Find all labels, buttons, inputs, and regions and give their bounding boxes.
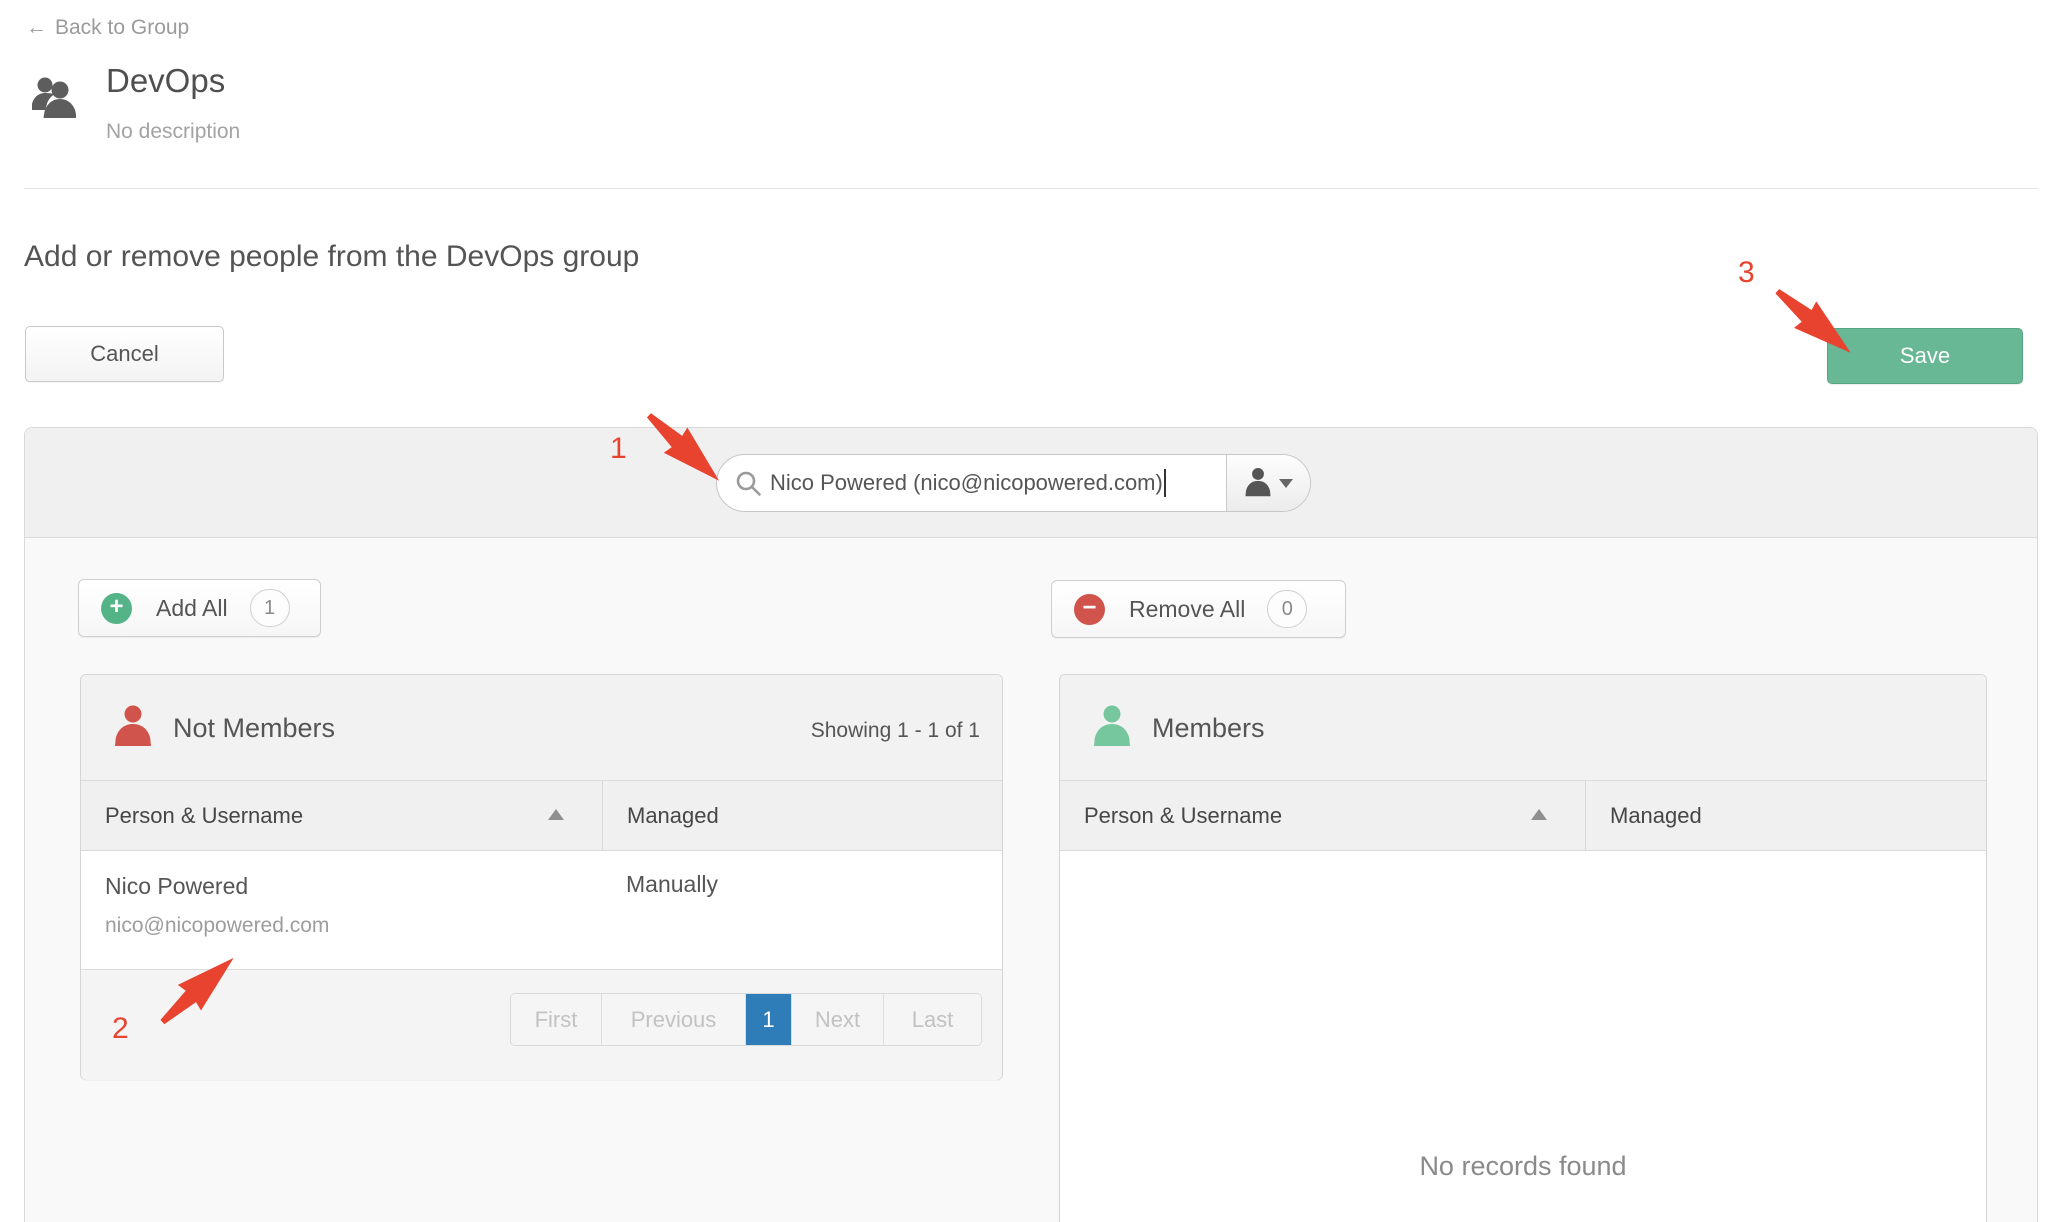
back-arrow-icon: ← — [26, 16, 47, 39]
page-title: Add or remove people from the DevOps gro… — [24, 240, 640, 273]
column-header-person-username[interactable]: Person & Username — [1060, 781, 1585, 850]
text-caret — [1163, 469, 1166, 497]
no-records-message: No records found — [1419, 1151, 1627, 1181]
column-label: Person & Username — [105, 802, 304, 828]
back-to-group-link[interactable]: ← Back to Group — [26, 16, 189, 40]
add-all-count-badge: 1 — [249, 589, 290, 627]
group-icon — [32, 77, 76, 118]
not-member-person-icon — [115, 705, 151, 746]
pagination-page-1[interactable]: 1 — [745, 994, 791, 1045]
search-type-dropdown[interactable] — [1226, 455, 1310, 511]
pagination-next[interactable]: Next — [791, 994, 883, 1045]
sort-ascending-icon — [1531, 809, 1547, 820]
member-picker-container: Nico Powered (nico@nicopowered.com) + Ad… — [24, 427, 2038, 1222]
remove-all-button[interactable]: − Remove All 0 — [1051, 580, 1346, 638]
column-header-person-username[interactable]: Person & Username — [81, 781, 602, 850]
person-cell: Nico Powered nico@nicopowered.com — [81, 851, 602, 969]
not-members-header: Not Members Showing 1 - 1 of 1 — [81, 675, 1002, 781]
not-members-title: Not Members — [173, 713, 336, 743]
remove-all-count-badge: 0 — [1267, 590, 1308, 628]
members-empty-body: No records found — [1060, 851, 1986, 1222]
column-header-managed[interactable]: Managed — [602, 781, 1002, 850]
column-header-managed[interactable]: Managed — [1585, 781, 1986, 850]
column-label: Managed — [1610, 802, 1702, 828]
chevron-down-icon — [1279, 478, 1293, 488]
search-input-value: Nico Powered (nico@nicopowered.com) — [770, 470, 1163, 495]
group-name: DevOps — [106, 62, 226, 99]
not-members-table-header: Person & Username Managed — [81, 781, 1002, 851]
column-label: Person & Username — [1084, 802, 1283, 828]
annotation-step-2: 2 — [112, 1012, 129, 1045]
pagination-first[interactable]: First — [511, 994, 601, 1045]
person-username: nico@nicopowered.com — [105, 914, 330, 937]
annotation-step-3: 3 — [1738, 256, 1755, 289]
members-panel: Members Person & Username Managed No rec… — [1059, 674, 1987, 1222]
remove-all-label: Remove All — [1129, 595, 1246, 622]
not-members-panel: Not Members Showing 1 - 1 of 1 Person & … — [80, 674, 1003, 1080]
sort-ascending-icon — [548, 809, 564, 820]
add-all-button[interactable]: + Add All 1 — [78, 579, 321, 637]
group-description: No description — [106, 120, 241, 143]
group-people-editor-page: ← Back to Group DevOps No description Ad… — [0, 0, 2052, 1222]
back-link-label: Back to Group — [55, 16, 190, 39]
managed-cell: Manually — [626, 871, 719, 897]
search-input[interactable]: Nico Powered (nico@nicopowered.com) — [770, 455, 1226, 511]
members-title: Members — [1152, 713, 1265, 743]
person-name: Nico Powered — [105, 873, 249, 899]
header-divider — [24, 188, 2038, 189]
person-icon — [1245, 468, 1271, 497]
members-table-header: Person & Username Managed — [1060, 781, 1986, 851]
pagination-last[interactable]: Last — [883, 994, 981, 1045]
members-header: Members — [1060, 675, 1986, 781]
annotation-step-1: 1 — [610, 432, 627, 465]
minus-icon: − — [1074, 593, 1105, 625]
add-all-label: Add All — [156, 594, 228, 621]
pagination: First Previous 1 Next Last — [510, 993, 982, 1046]
member-person-icon — [1094, 705, 1130, 746]
pagination-previous[interactable]: Previous — [601, 994, 745, 1045]
search-strip: Nico Powered (nico@nicopowered.com) — [25, 428, 2037, 538]
plus-icon: + — [101, 592, 132, 624]
not-members-showing-count: Showing 1 - 1 of 1 — [810, 719, 980, 742]
people-search: Nico Powered (nico@nicopowered.com) — [716, 454, 1311, 512]
cancel-button[interactable]: Cancel — [25, 326, 224, 382]
column-label: Managed — [627, 802, 719, 828]
